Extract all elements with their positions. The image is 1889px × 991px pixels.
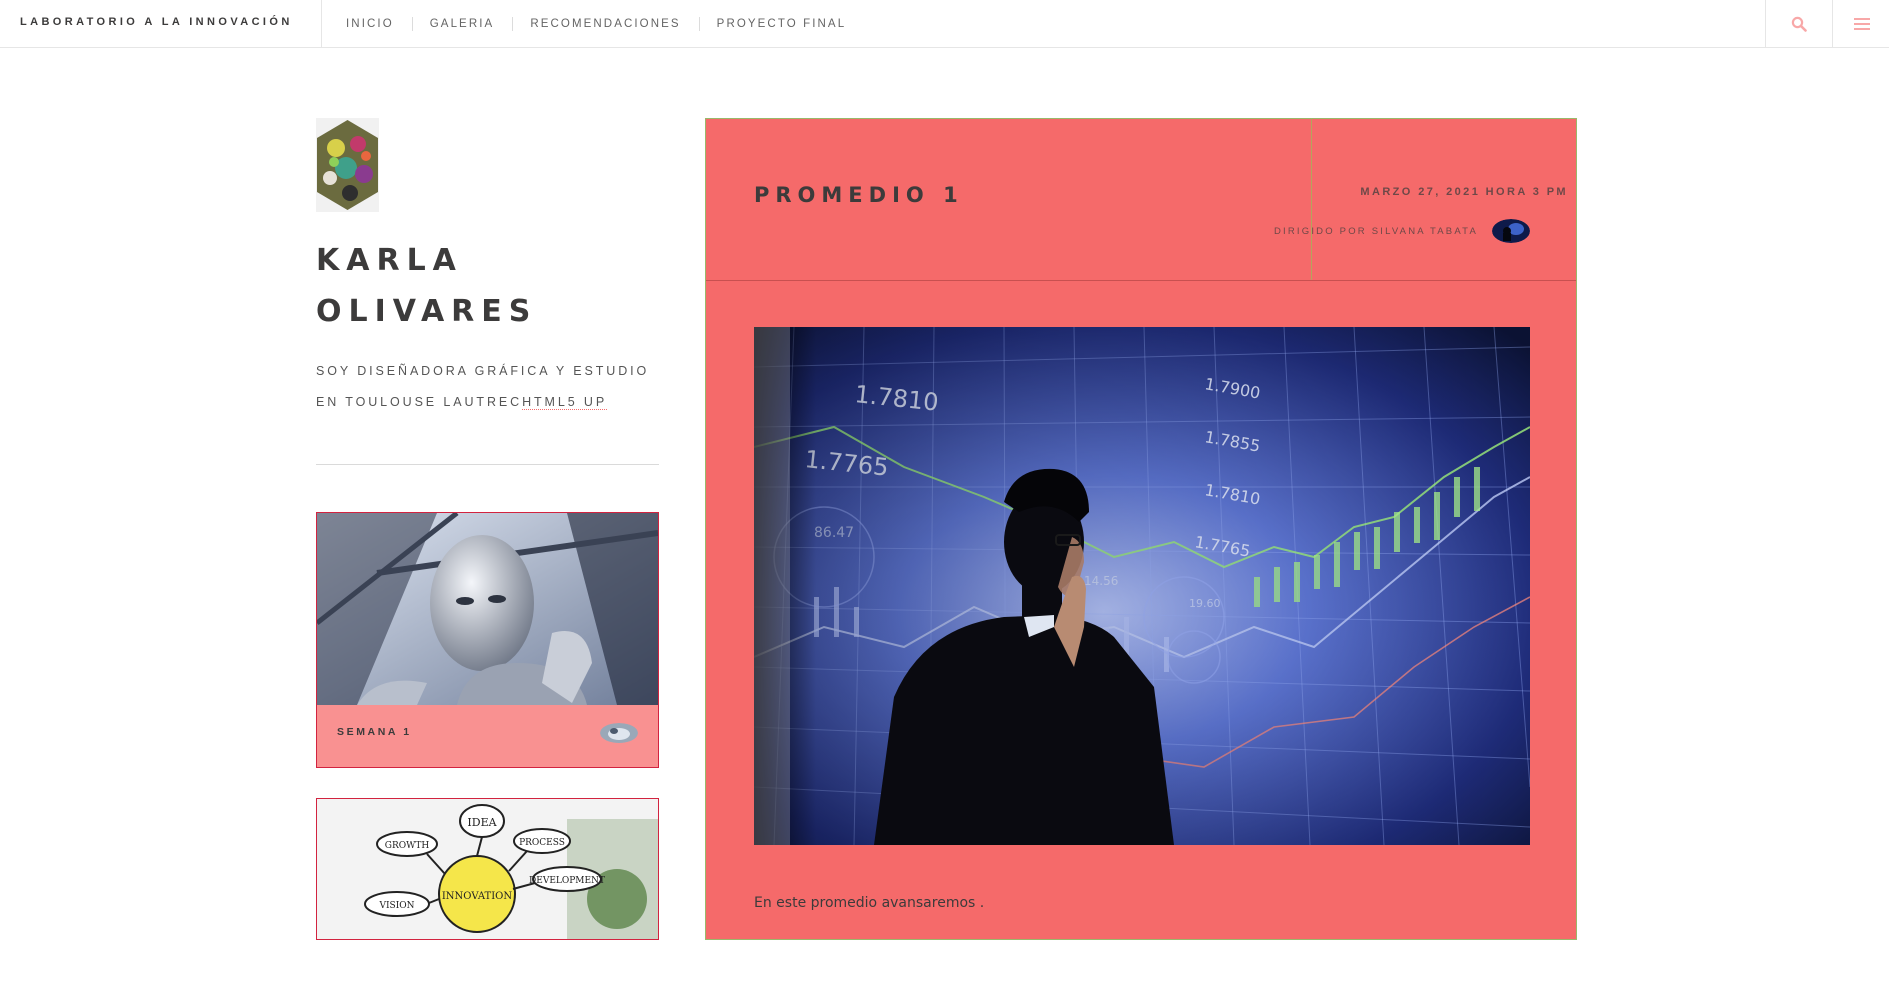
svg-text:GROWTH: GROWTH <box>385 841 430 851</box>
post-date: MARZO 27, 2021 HORA 3 PM <box>1360 186 1568 198</box>
brand-divider <box>321 0 322 47</box>
profile-name-last: OLIVARES <box>316 294 538 329</box>
site-brand[interactable]: LABORATORIO A LA INNOVACIÓN <box>20 0 293 47</box>
author-avatar-icon <box>600 723 638 743</box>
header-divider <box>1311 119 1312 280</box>
menu-button[interactable] <box>1832 0 1889 47</box>
mini-post-author-avatar[interactable] <box>600 723 638 743</box>
post-author-name[interactable]: DIRIGIDO POR SILVANA TABATA <box>1274 226 1478 237</box>
post-title[interactable]: PROMEDIO 1 <box>754 183 964 207</box>
mini-post[interactable]: IDEA GROWTH PROCESS DEVELOPMENT VISION I… <box>316 798 659 940</box>
mini-post-title[interactable]: SEMANA 1 <box>337 705 412 760</box>
main-post: PROMEDIO 1 MARZO 27, 2021 HORA 3 PM DIRI… <box>705 118 1577 940</box>
search-button[interactable] <box>1765 0 1832 47</box>
search-icon <box>1791 16 1807 32</box>
post-author[interactable]: DIRIGIDO POR SILVANA TABATA <box>1274 219 1530 243</box>
businessman-stock-chart-photo: 1.7810 1.7765 1.7900 1.7855 1.7810 1.776… <box>754 327 1530 845</box>
svg-text:INNOVATION: INNOVATION <box>442 891 513 902</box>
bio-link[interactable]: HTML5 UP <box>522 395 608 410</box>
top-navigation-bar: LABORATORIO A LA INNOVACIÓN INICIO GALER… <box>0 0 1889 48</box>
innovation-mindmap-photo: IDEA GROWTH PROCESS DEVELOPMENT VISION I… <box>317 799 658 939</box>
svg-text:PROCESS: PROCESS <box>519 838 565 848</box>
mini-post-image[interactable]: IDEA GROWTH PROCESS DEVELOPMENT VISION I… <box>317 799 658 991</box>
mini-post-image[interactable] <box>317 513 658 705</box>
post-header: PROMEDIO 1 MARZO 27, 2021 HORA 3 PM DIRI… <box>706 119 1576 281</box>
post-featured-image[interactable]: 1.7810 1.7765 1.7900 1.7855 1.7810 1.776… <box>754 327 1530 845</box>
post-author-avatar[interactable] <box>1492 219 1530 243</box>
nav-item-galeria[interactable]: GALERIA <box>411 2 513 46</box>
profile-avatar[interactable] <box>316 118 379 212</box>
author-avatar-icon <box>1492 219 1530 243</box>
svg-text:IDEA: IDEA <box>467 816 497 829</box>
post-body-text: En este promedio avansaremos . <box>754 895 985 911</box>
nav-item-proyecto-final[interactable]: PROYECTO FINAL <box>698 2 865 46</box>
main-nav: INICIO GALERIA RECOMENDACIONES PROYECTO … <box>328 0 864 47</box>
bars-icon <box>1853 17 1870 30</box>
svg-text:VISION: VISION <box>378 901 414 911</box>
profile-name: KARLA OLIVARES <box>316 235 656 337</box>
sidebar-divider <box>316 464 659 465</box>
mini-post-footer: SEMANA 1 <box>317 705 658 767</box>
mini-post[interactable]: SEMANA 1 <box>316 512 659 768</box>
nav-item-inicio[interactable]: INICIO <box>328 2 412 46</box>
hexagon-collage-avatar <box>316 118 379 212</box>
svg-text:DEVELOPMENT: DEVELOPMENT <box>529 876 605 886</box>
profile-name-first: KARLA <box>316 243 463 278</box>
robot-thinking-photo <box>317 513 658 705</box>
nav-item-recomendaciones[interactable]: RECOMENDACIONES <box>512 2 698 46</box>
profile-bio: SOY DISEÑADORA GRÁFICA Y ESTUDIO EN TOUL… <box>316 356 656 418</box>
